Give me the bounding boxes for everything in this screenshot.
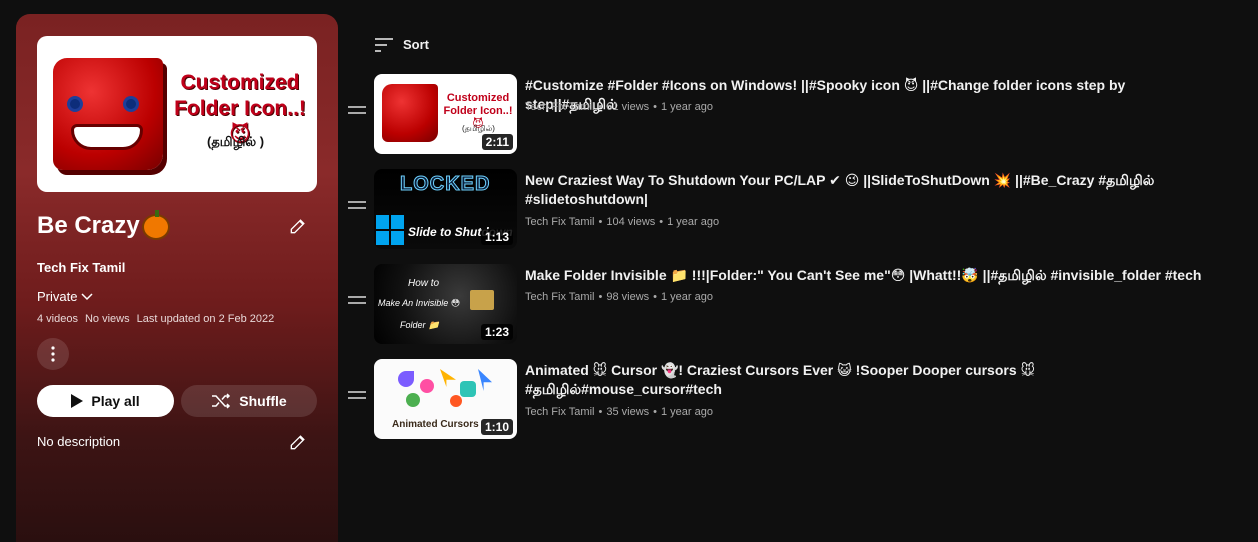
play-icon	[71, 394, 84, 408]
pumpkin-icon	[142, 210, 170, 240]
channel-name[interactable]: Tech Fix Tamil	[525, 406, 594, 418]
separator-dot: •	[598, 291, 603, 303]
playlist-video-row[interactable]: Customized Folder Icon..!😈 (தமிழில்) 2:1…	[348, 74, 1248, 154]
privacy-dropdown[interactable]: Private	[37, 289, 93, 304]
thumb-text-line1: Customized	[446, 92, 510, 104]
channel-name[interactable]: Tech Fix Tamil	[525, 291, 594, 303]
view-count: 61 views	[606, 101, 650, 113]
separator-dot: •	[659, 216, 664, 228]
sort-label: Sort	[403, 37, 429, 52]
shuffle-icon	[212, 393, 231, 409]
mouth-icon	[71, 124, 143, 150]
playlist-video-row[interactable]: Animated Cursors 1:10 Animated 🐭 Cursor …	[348, 359, 1248, 439]
video-count: 4 videos	[37, 313, 78, 325]
edit-description-pencil-icon[interactable]	[288, 432, 308, 452]
upload-age: 1 year ago	[667, 216, 720, 228]
video-thumbnail[interactable]: Animated Cursors 1:10	[374, 359, 517, 439]
play-all-button[interactable]: Play all	[37, 385, 174, 417]
drag-handle-icon[interactable]	[348, 296, 366, 306]
red-folder-icon	[53, 58, 163, 170]
playlist-thumbnail[interactable]: Customized Folder Icon..!😈 (தமிழில் )	[37, 36, 317, 192]
upload-age: 1 year ago	[661, 101, 713, 113]
separator-dot: •	[598, 406, 603, 418]
video-metadata: Tech Fix Tamil • 104 views • 1 year ago	[525, 216, 719, 228]
separator-dot: •	[653, 406, 657, 418]
chevron-down-icon	[81, 292, 93, 300]
drag-handle-icon[interactable]	[348, 201, 366, 211]
video-thumbnail[interactable]: Customized Folder Icon..!😈 (தமிழில்) 2:1…	[374, 74, 517, 154]
thumb-caption-line1: Customized	[180, 71, 300, 94]
red-folder-icon	[382, 84, 438, 142]
cursor-collage-icon	[394, 367, 494, 411]
video-title-link[interactable]: Make Folder Invisible 📁 !!!|Folder:" You…	[525, 266, 1215, 285]
video-metadata: Tech Fix Tamil • 98 views • 1 year ago	[525, 291, 713, 303]
playlist-stats: 4 videos No views Last updated on 2 Feb …	[37, 313, 274, 325]
upload-age: 1 year ago	[661, 291, 713, 303]
separator-dot: •	[598, 101, 603, 113]
shuffle-button[interactable]: Shuffle	[181, 385, 317, 417]
duration-badge: 1:10	[480, 419, 513, 435]
shuffle-label: Shuffle	[239, 393, 287, 409]
upload-age: 1 year ago	[661, 406, 713, 418]
view-count: 98 views	[606, 291, 650, 303]
video-title-link[interactable]: Animated 🐭 Cursor 👻! Craziest Cursors Ev…	[525, 361, 1215, 399]
last-updated: Last updated on 2 Feb 2022	[136, 313, 275, 325]
privacy-label: Private	[37, 289, 78, 304]
video-metadata: Tech Fix Tamil • 35 views • 1 year ago	[525, 406, 713, 418]
more-actions-button[interactable]	[37, 338, 69, 370]
edit-title-pencil-icon[interactable]	[288, 216, 308, 236]
playlist-title: Be Crazy	[37, 212, 140, 239]
thumb-caption-line3: (தமிழில் )	[207, 134, 265, 149]
folder-icon	[470, 290, 494, 310]
video-thumbnail[interactable]: LOCKED Slide to Shutdown 1:13	[374, 169, 517, 249]
duration-badge: 1:13	[480, 229, 513, 245]
thumb-text-line3: (தமிழில்)	[462, 124, 495, 133]
eye-right-icon	[123, 96, 139, 112]
playlist-description: No description	[37, 434, 121, 449]
channel-name[interactable]: Tech Fix Tamil	[525, 101, 594, 113]
separator-dot: •	[653, 291, 657, 303]
playlist-header-panel: Customized Folder Icon..!😈 (தமிழில் ) Be…	[16, 14, 338, 542]
windows-logo-icon	[376, 215, 404, 245]
video-thumbnail[interactable]: How to Make An Invisible 😳 Folder 📁 1:23	[374, 264, 517, 344]
thumb-text-line1: How to	[408, 278, 440, 289]
thumb-text-line3: Folder 📁	[400, 320, 440, 330]
vertical-dots-icon	[51, 346, 55, 362]
drag-handle-icon[interactable]	[348, 391, 366, 401]
separator-dot: •	[653, 101, 657, 113]
video-metadata: Tech Fix Tamil • 61 views • 1 year ago	[525, 101, 713, 113]
view-count: 104 views	[606, 216, 656, 228]
thumb-text-line1: LOCKED	[399, 173, 491, 196]
duration-badge: 1:23	[480, 324, 513, 340]
video-title-link[interactable]: New Craziest Way To Shutdown Your PC/LAP…	[525, 171, 1215, 209]
playlist-video-row[interactable]: LOCKED Slide to Shutdown 1:13 New Crazie…	[348, 169, 1248, 249]
separator-dot: •	[598, 216, 603, 228]
drag-handle-icon[interactable]	[348, 106, 366, 116]
sort-button[interactable]: Sort	[375, 37, 429, 52]
channel-name[interactable]: Tech Fix Tamil	[525, 216, 594, 228]
duration-badge: 2:11	[481, 134, 513, 150]
channel-name-link[interactable]: Tech Fix Tamil	[37, 260, 125, 275]
sort-icon	[375, 37, 393, 52]
view-count: 35 views	[606, 406, 650, 418]
play-all-label: Play all	[91, 393, 140, 409]
playlist-video-row[interactable]: How to Make An Invisible 😳 Folder 📁 1:23…	[348, 264, 1248, 344]
eye-left-icon	[67, 96, 83, 112]
view-count: No views	[84, 313, 130, 325]
thumb-text-line1: Animated Cursors	[392, 419, 479, 430]
thumb-text-line2: Make An Invisible 😳	[378, 298, 461, 308]
